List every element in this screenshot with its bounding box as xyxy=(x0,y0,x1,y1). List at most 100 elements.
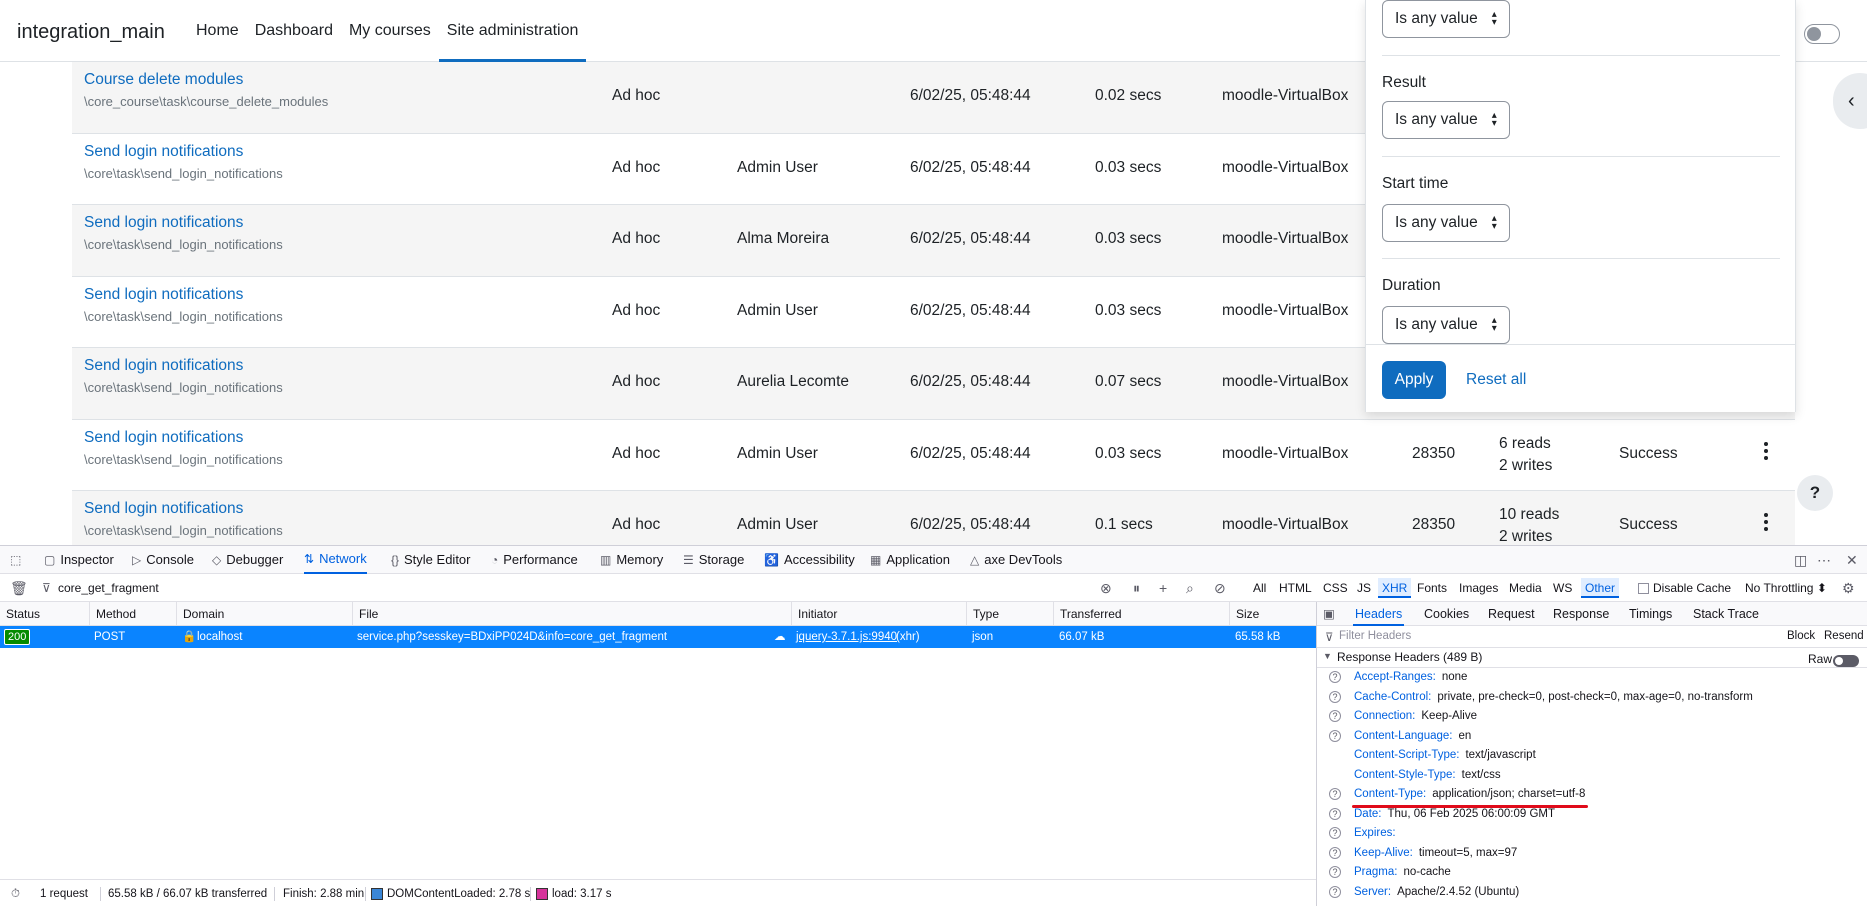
resend-button[interactable]: Resend xyxy=(1824,630,1864,642)
filter-select-duration[interactable]: Is any value ▴ ▾ xyxy=(1382,306,1510,344)
add-icon[interactable]: + xyxy=(1159,574,1167,602)
response-headers-section[interactable]: ▼ Response Headers (489 B) xyxy=(1317,648,1867,668)
task-name-link[interactable]: Send login notifications xyxy=(84,500,243,518)
response-header-row[interactable]: ? Server: Apache/2.4.52 (Ubuntu) xyxy=(1317,883,1867,902)
tab-cookies[interactable]: Cookies xyxy=(1424,602,1469,626)
task-name-link[interactable]: Send login notifications xyxy=(84,286,243,304)
dock-icon[interactable]: ◫ xyxy=(1794,552,1807,569)
edit-mode-toggle[interactable] xyxy=(1804,24,1840,44)
tab-debugger[interactable]: ◇ Debugger xyxy=(212,546,283,574)
help-circle-icon[interactable]: ? xyxy=(1329,807,1341,820)
apply-button[interactable]: Apply xyxy=(1382,361,1446,399)
kebab-menu-icon[interactable] xyxy=(1762,441,1770,464)
tab-request[interactable]: Request xyxy=(1488,602,1535,626)
settings-gear-icon[interactable]: ⚙ xyxy=(1842,574,1855,602)
more-options-icon[interactable]: ⋯ xyxy=(1817,552,1831,569)
col-domain[interactable]: Domain xyxy=(176,602,224,626)
reset-all-link[interactable]: Reset all xyxy=(1466,371,1526,389)
tab-accessibility[interactable]: ♿ Accessibility xyxy=(764,546,855,574)
tab-performance[interactable]: ◔ Performance xyxy=(491,546,578,574)
tab-storage[interactable]: ☰ Storage xyxy=(683,546,744,574)
tab-response[interactable]: Response xyxy=(1553,602,1609,626)
col-status[interactable]: Status xyxy=(0,602,40,626)
help-circle-icon[interactable]: ? xyxy=(1329,885,1341,898)
element-picker-icon[interactable]: ⬚ xyxy=(10,546,21,574)
close-icon[interactable]: ✕ xyxy=(1846,552,1858,569)
tab-axe-devtools[interactable]: △ axe DevTools xyxy=(970,546,1062,574)
nav-dashboard[interactable]: Dashboard xyxy=(247,0,341,62)
nav-my-courses[interactable]: My courses xyxy=(341,0,439,62)
kebab-menu-icon[interactable] xyxy=(1762,513,1770,535)
nav-site-administration[interactable]: Site administration xyxy=(438,0,587,62)
task-name-link[interactable]: Send login notifications xyxy=(84,357,243,375)
response-header-row[interactable]: Content-Script-Type: text/javascript xyxy=(1317,746,1867,765)
help-circle-icon[interactable]: ? xyxy=(1329,710,1341,722)
response-header-row[interactable]: ? Cache-Control: private, pre-check=0, pos… xyxy=(1317,688,1867,707)
task-name-link[interactable]: Send login notifications xyxy=(84,143,243,161)
help-circle-icon[interactable]: ? xyxy=(1329,788,1341,800)
col-type[interactable]: Type xyxy=(966,602,999,626)
filter-all[interactable]: All xyxy=(1253,574,1266,602)
task-name-link[interactable]: Send login notifications xyxy=(84,214,243,232)
search-icon[interactable]: ⌕ xyxy=(1186,574,1194,602)
help-circle-icon[interactable]: ? xyxy=(1329,827,1341,839)
response-header-row[interactable]: Content-Style-Type: text/css xyxy=(1317,766,1867,785)
disable-cache-checkbox[interactable]: Disable Cache xyxy=(1638,574,1731,602)
response-header-row[interactable]: ? Accept-Ranges: none xyxy=(1317,668,1867,687)
filter-js[interactable]: JS xyxy=(1357,574,1371,602)
filter-html[interactable]: HTML xyxy=(1279,574,1312,602)
raw-toggle[interactable] xyxy=(1833,655,1859,667)
col-initiator[interactable]: Initiator xyxy=(791,602,837,626)
task-name-link[interactable]: Send login notifications xyxy=(84,429,243,447)
clear-filter-icon[interactable]: ⊗ xyxy=(1100,574,1112,602)
tab-application[interactable]: ▦ Application xyxy=(870,546,950,574)
trash-icon[interactable]: 🗑 xyxy=(10,574,28,602)
filter-xhr[interactable]: XHR xyxy=(1378,578,1412,598)
help-circle-icon[interactable]: ? xyxy=(1329,690,1341,703)
tab-network[interactable]: ⇅ Network xyxy=(304,546,367,574)
throttling-select[interactable]: No Throttling ⬍ xyxy=(1745,574,1827,602)
url-filter-input[interactable]: core_get_fragment xyxy=(58,574,159,602)
help-circle-icon[interactable]: ? xyxy=(1329,671,1341,683)
col-size[interactable]: Size xyxy=(1229,602,1259,626)
help-circle-icon[interactable]: ? xyxy=(1329,729,1341,742)
response-header-row[interactable]: ? Content-Language: en xyxy=(1317,727,1867,746)
nav-home[interactable]: Home xyxy=(188,0,247,62)
pause-icon[interactable]: ⏸ xyxy=(1133,574,1140,602)
tab-headers[interactable]: Headers xyxy=(1353,602,1405,626)
request-row-selected[interactable]: 200 POST 🔒 localhost service.php?sesskey… xyxy=(0,626,1316,648)
response-header-row[interactable]: ? Keep-Alive: timeout=5, max=97 xyxy=(1317,844,1867,863)
filter-headers-input[interactable]: Filter Headers xyxy=(1339,630,1411,642)
tab-console[interactable]: ▷ Console xyxy=(132,546,194,574)
response-header-row[interactable]: ? Pragma: no-cache xyxy=(1317,863,1867,882)
tab-style-editor[interactable]: {} Style Editor xyxy=(391,546,471,574)
filter-images[interactable]: Images xyxy=(1459,574,1498,602)
response-header-row[interactable]: ? Expires: xyxy=(1317,824,1867,843)
filter-media[interactable]: Media xyxy=(1509,574,1542,602)
toggle-sidebar-icon[interactable]: ▣ xyxy=(1323,602,1335,626)
filter-fonts[interactable]: Fonts xyxy=(1417,574,1447,602)
site-name[interactable]: integration_main xyxy=(17,21,165,44)
tab-stack-trace[interactable]: Stack Trace xyxy=(1693,602,1759,626)
open-drawer-button[interactable]: ‹ xyxy=(1833,73,1867,129)
col-file[interactable]: File xyxy=(352,602,378,626)
help-button[interactable]: ? xyxy=(1797,475,1833,511)
help-circle-icon[interactable]: ? xyxy=(1329,846,1341,859)
col-transferred[interactable]: Transferred xyxy=(1053,602,1122,626)
request-initiator-link[interactable]: jquery-3.7.1.js:9940 xyxy=(796,626,897,648)
tab-memory[interactable]: ▥ Memory xyxy=(600,546,663,574)
filter-css[interactable]: CSS xyxy=(1323,574,1348,602)
filter-other[interactable]: Other xyxy=(1581,578,1620,598)
filter-ws[interactable]: WS xyxy=(1553,574,1572,602)
help-circle-icon[interactable]: ? xyxy=(1329,866,1341,878)
task-name-link[interactable]: Course delete modules xyxy=(84,71,243,89)
tab-inspector[interactable]: ▢ Inspector xyxy=(44,546,114,574)
response-header-row[interactable]: ? Content-Type: application/json; charset=… xyxy=(1317,785,1867,804)
response-header-row[interactable]: ? Connection: Keep-Alive xyxy=(1317,707,1867,726)
tab-timings[interactable]: Timings xyxy=(1629,602,1672,626)
block-icon[interactable]: ⊘ xyxy=(1214,574,1226,602)
task-duration: 0.07 secs xyxy=(1095,373,1162,390)
stopwatch-icon[interactable]: ⏱ xyxy=(11,880,20,906)
block-button[interactable]: Block xyxy=(1787,630,1815,642)
col-method[interactable]: Method xyxy=(89,602,136,626)
